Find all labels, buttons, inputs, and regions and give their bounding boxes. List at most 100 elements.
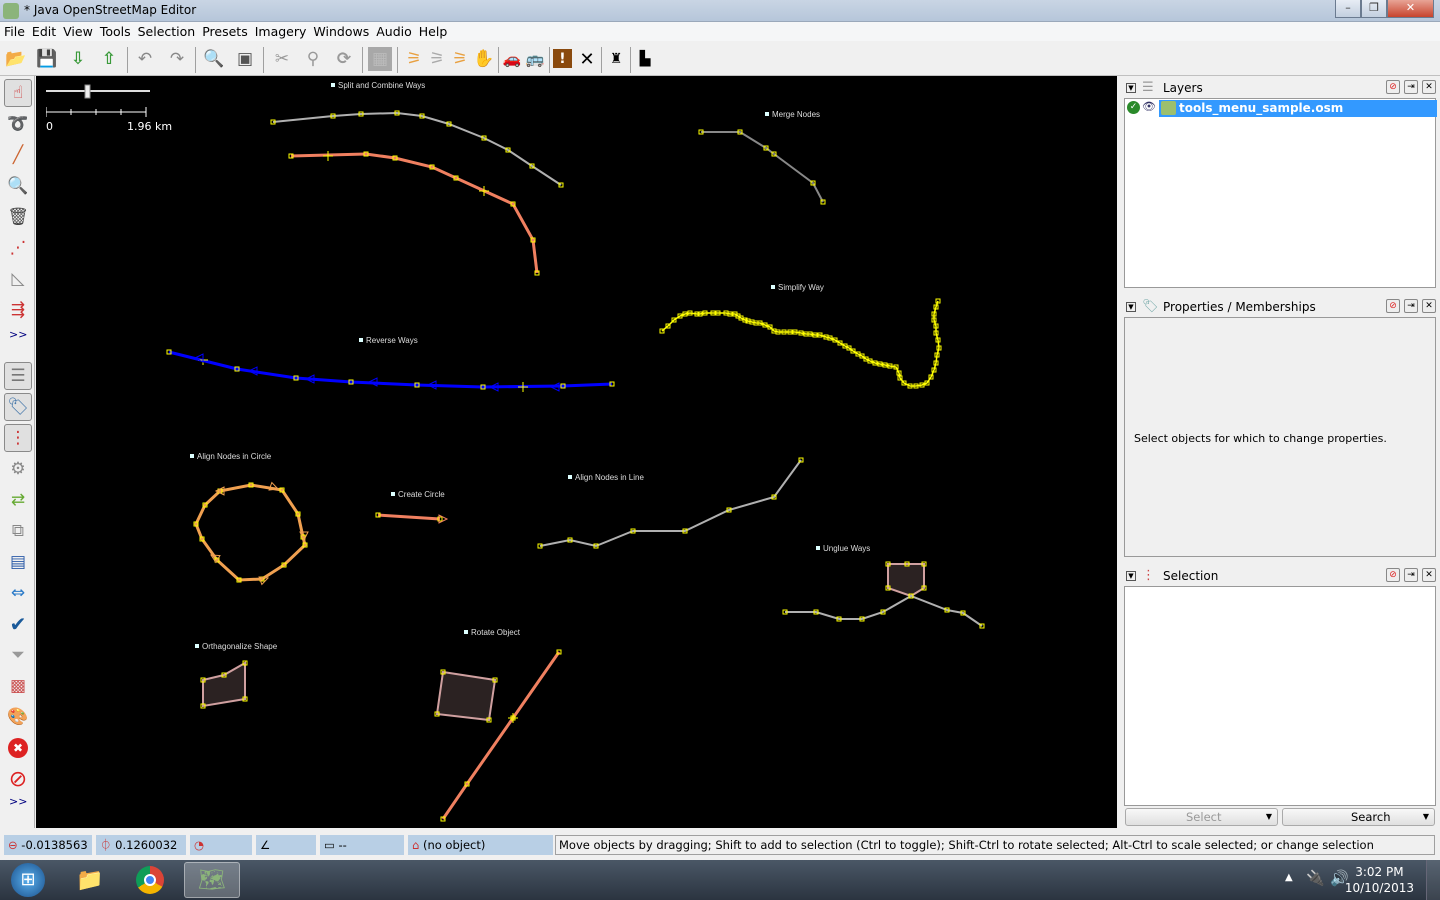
no-entry-icon[interactable]: ⊘ — [4, 765, 32, 793]
imagery-icon[interactable]: ▦ — [368, 47, 392, 71]
undock-icon[interactable]: ⇥ — [1404, 568, 1418, 582]
menu-selection[interactable]: Selection — [134, 22, 199, 39]
dropdown-arrow-icon[interactable]: ▼ — [1266, 809, 1272, 825]
visibility-eye-icon[interactable]: 👁 — [1142, 100, 1156, 113]
selection-list[interactable] — [1124, 586, 1436, 806]
validator-icon[interactable]: ✔ — [4, 610, 32, 638]
tagged-node-cross[interactable] — [518, 382, 528, 392]
road-icon[interactable]: ⚞ — [402, 47, 426, 71]
power-plug-icon[interactable]: 🔌 — [1306, 869, 1325, 887]
warning-icon[interactable]: ! — [553, 49, 572, 68]
measure-icon[interactable]: ◺ — [4, 265, 32, 293]
undock-icon[interactable]: ⇥ — [1404, 80, 1418, 94]
factory-icon[interactable]: ▙ — [633, 47, 657, 71]
windows-start-icon[interactable]: ⊞ — [11, 863, 45, 897]
relations-icon[interactable]: ⧉ — [4, 517, 32, 545]
draw-icon[interactable]: ╱ — [4, 141, 32, 169]
improve-way-icon[interactable]: ⇶ — [4, 296, 32, 324]
undock-icon[interactable]: ⇥ — [1404, 299, 1418, 313]
upload-icon[interactable]: ⇧ — [97, 47, 121, 71]
conflict-icon[interactable]: ⇄ — [4, 486, 32, 514]
split-way-icon[interactable]: ✂ — [270, 47, 294, 71]
hide-panel-icon[interactable]: ⊘ — [1386, 568, 1400, 582]
preferences-icon[interactable]: 🔍 — [202, 47, 226, 71]
menu-windows[interactable]: Windows — [309, 22, 372, 39]
file-explorer-icon[interactable]: 📁 — [62, 862, 118, 898]
show-hidden-icons-icon[interactable]: ▲ — [1285, 872, 1293, 883]
lasso-icon[interactable]: ➰ — [4, 110, 32, 138]
panel-close-icon[interactable]: ✕ — [1422, 299, 1436, 313]
changeset-icon[interactable]: ▩ — [4, 672, 32, 700]
error-icon[interactable]: ✖ — [8, 738, 28, 758]
layers-toggle-icon[interactable]: ☰ — [4, 362, 32, 390]
select-button[interactable]: Select ▼ — [1125, 808, 1278, 826]
area-unglue[interactable] — [887, 563, 925, 598]
show-desktop-button[interactable] — [1426, 860, 1440, 900]
hand-icon[interactable]: ✋ — [472, 47, 496, 71]
way-unglue[interactable] — [785, 594, 983, 627]
way-create-circle[interactable] — [377, 513, 441, 521]
commands-icon[interactable]: ⚙ — [4, 455, 32, 483]
way-align-line[interactable] — [539, 459, 802, 548]
junction-icon[interactable]: ⚞ — [448, 47, 472, 71]
minimize-button[interactable]: – — [1335, 0, 1361, 18]
castle-icon[interactable]: ♜ — [604, 47, 628, 71]
restaurant-icon[interactable]: ✕ — [575, 47, 599, 71]
menu-help[interactable]: Help — [415, 22, 451, 39]
selection-toggle-icon[interactable]: ⋮ — [4, 424, 32, 452]
map-view[interactable]: 0 1.96 km Split and Combine Ways Merge N… — [36, 76, 1117, 828]
delete-icon[interactable]: 🗑 — [4, 203, 32, 231]
area-orthogonalize[interactable] — [202, 661, 246, 708]
menu-edit[interactable]: Edit — [28, 22, 59, 39]
maximize-button[interactable]: ❐ — [1361, 0, 1387, 18]
combine-way-icon[interactable]: ⚲ — [301, 47, 325, 71]
tagged-node-cross[interactable] — [323, 151, 333, 161]
more-modes-button[interactable]: >> — [9, 328, 27, 341]
toggle-panel-icon[interactable]: ▣ — [233, 47, 257, 71]
layer-name[interactable]: tools_menu_sample.osm — [1159, 100, 1437, 117]
download-icon[interactable]: ⇩ — [66, 47, 90, 71]
filter-icon[interactable]: ⏷ — [4, 641, 32, 669]
map-paint-icon[interactable]: 🎨 — [4, 703, 32, 731]
dropdown-arrow-icon[interactable]: ▼ — [1423, 809, 1429, 825]
panel-close-icon[interactable]: ✕ — [1422, 568, 1436, 582]
menu-imagery[interactable]: Imagery — [251, 22, 310, 39]
road-gray-icon[interactable]: ⚞ — [425, 47, 449, 71]
more-toggles-button[interactable]: >> — [9, 795, 27, 808]
way-split-gray[interactable] — [272, 111, 562, 186]
properties-toggle-icon[interactable]: 🏷 — [4, 393, 32, 421]
way-merge-nodes[interactable] — [701, 131, 824, 203]
tagged-node-cross[interactable] — [479, 186, 489, 196]
area-rotate[interactable] — [435, 670, 497, 722]
history-icon[interactable]: ▤ — [4, 548, 32, 576]
collapse-icon[interactable]: ▼ — [1126, 83, 1136, 93]
parallel-icon[interactable]: ⋰ — [4, 234, 32, 262]
active-layer-icon[interactable]: ✓ — [1127, 101, 1140, 114]
undo-icon[interactable]: ↶ — [133, 47, 157, 71]
way-circle[interactable] — [194, 483, 307, 582]
collapse-icon[interactable]: ▼ — [1126, 571, 1136, 581]
close-button[interactable]: ✕ — [1387, 0, 1434, 18]
car-icon[interactable]: 🚗 — [500, 47, 524, 71]
menu-view[interactable]: View — [59, 22, 96, 39]
search-button[interactable]: Search ▼ — [1282, 808, 1435, 826]
menu-presets[interactable]: Presets — [198, 22, 251, 39]
open-file-icon[interactable]: 📂 — [4, 47, 28, 71]
chrome-icon[interactable] — [136, 866, 164, 894]
refresh-icon[interactable]: ⟳ — [332, 47, 356, 71]
layer-row[interactable]: ✓ 👁 tools_menu_sample.osm — [1125, 100, 1437, 117]
redo-icon[interactable]: ↷ — [165, 47, 189, 71]
select-mode-icon[interactable]: ☝ — [4, 79, 32, 107]
zoom-icon[interactable]: 🔍 — [4, 172, 32, 200]
hide-panel-icon[interactable]: ⊘ — [1386, 299, 1400, 313]
menu-file[interactable]: File — [0, 22, 28, 39]
panel-close-icon[interactable]: ✕ — [1422, 80, 1436, 94]
collapse-icon[interactable]: ▼ — [1126, 302, 1136, 312]
way-split-highway[interactable] — [290, 152, 539, 274]
menu-tools[interactable]: Tools — [96, 22, 134, 39]
save-icon[interactable]: 💾 — [35, 47, 59, 71]
clock[interactable]: 3:02 PM 10/10/2013 — [1345, 864, 1414, 896]
bus-icon[interactable]: 🚌 — [523, 47, 547, 71]
josm-icon[interactable]: 🗺 — [184, 862, 240, 898]
hide-panel-icon[interactable]: ⊘ — [1386, 80, 1400, 94]
